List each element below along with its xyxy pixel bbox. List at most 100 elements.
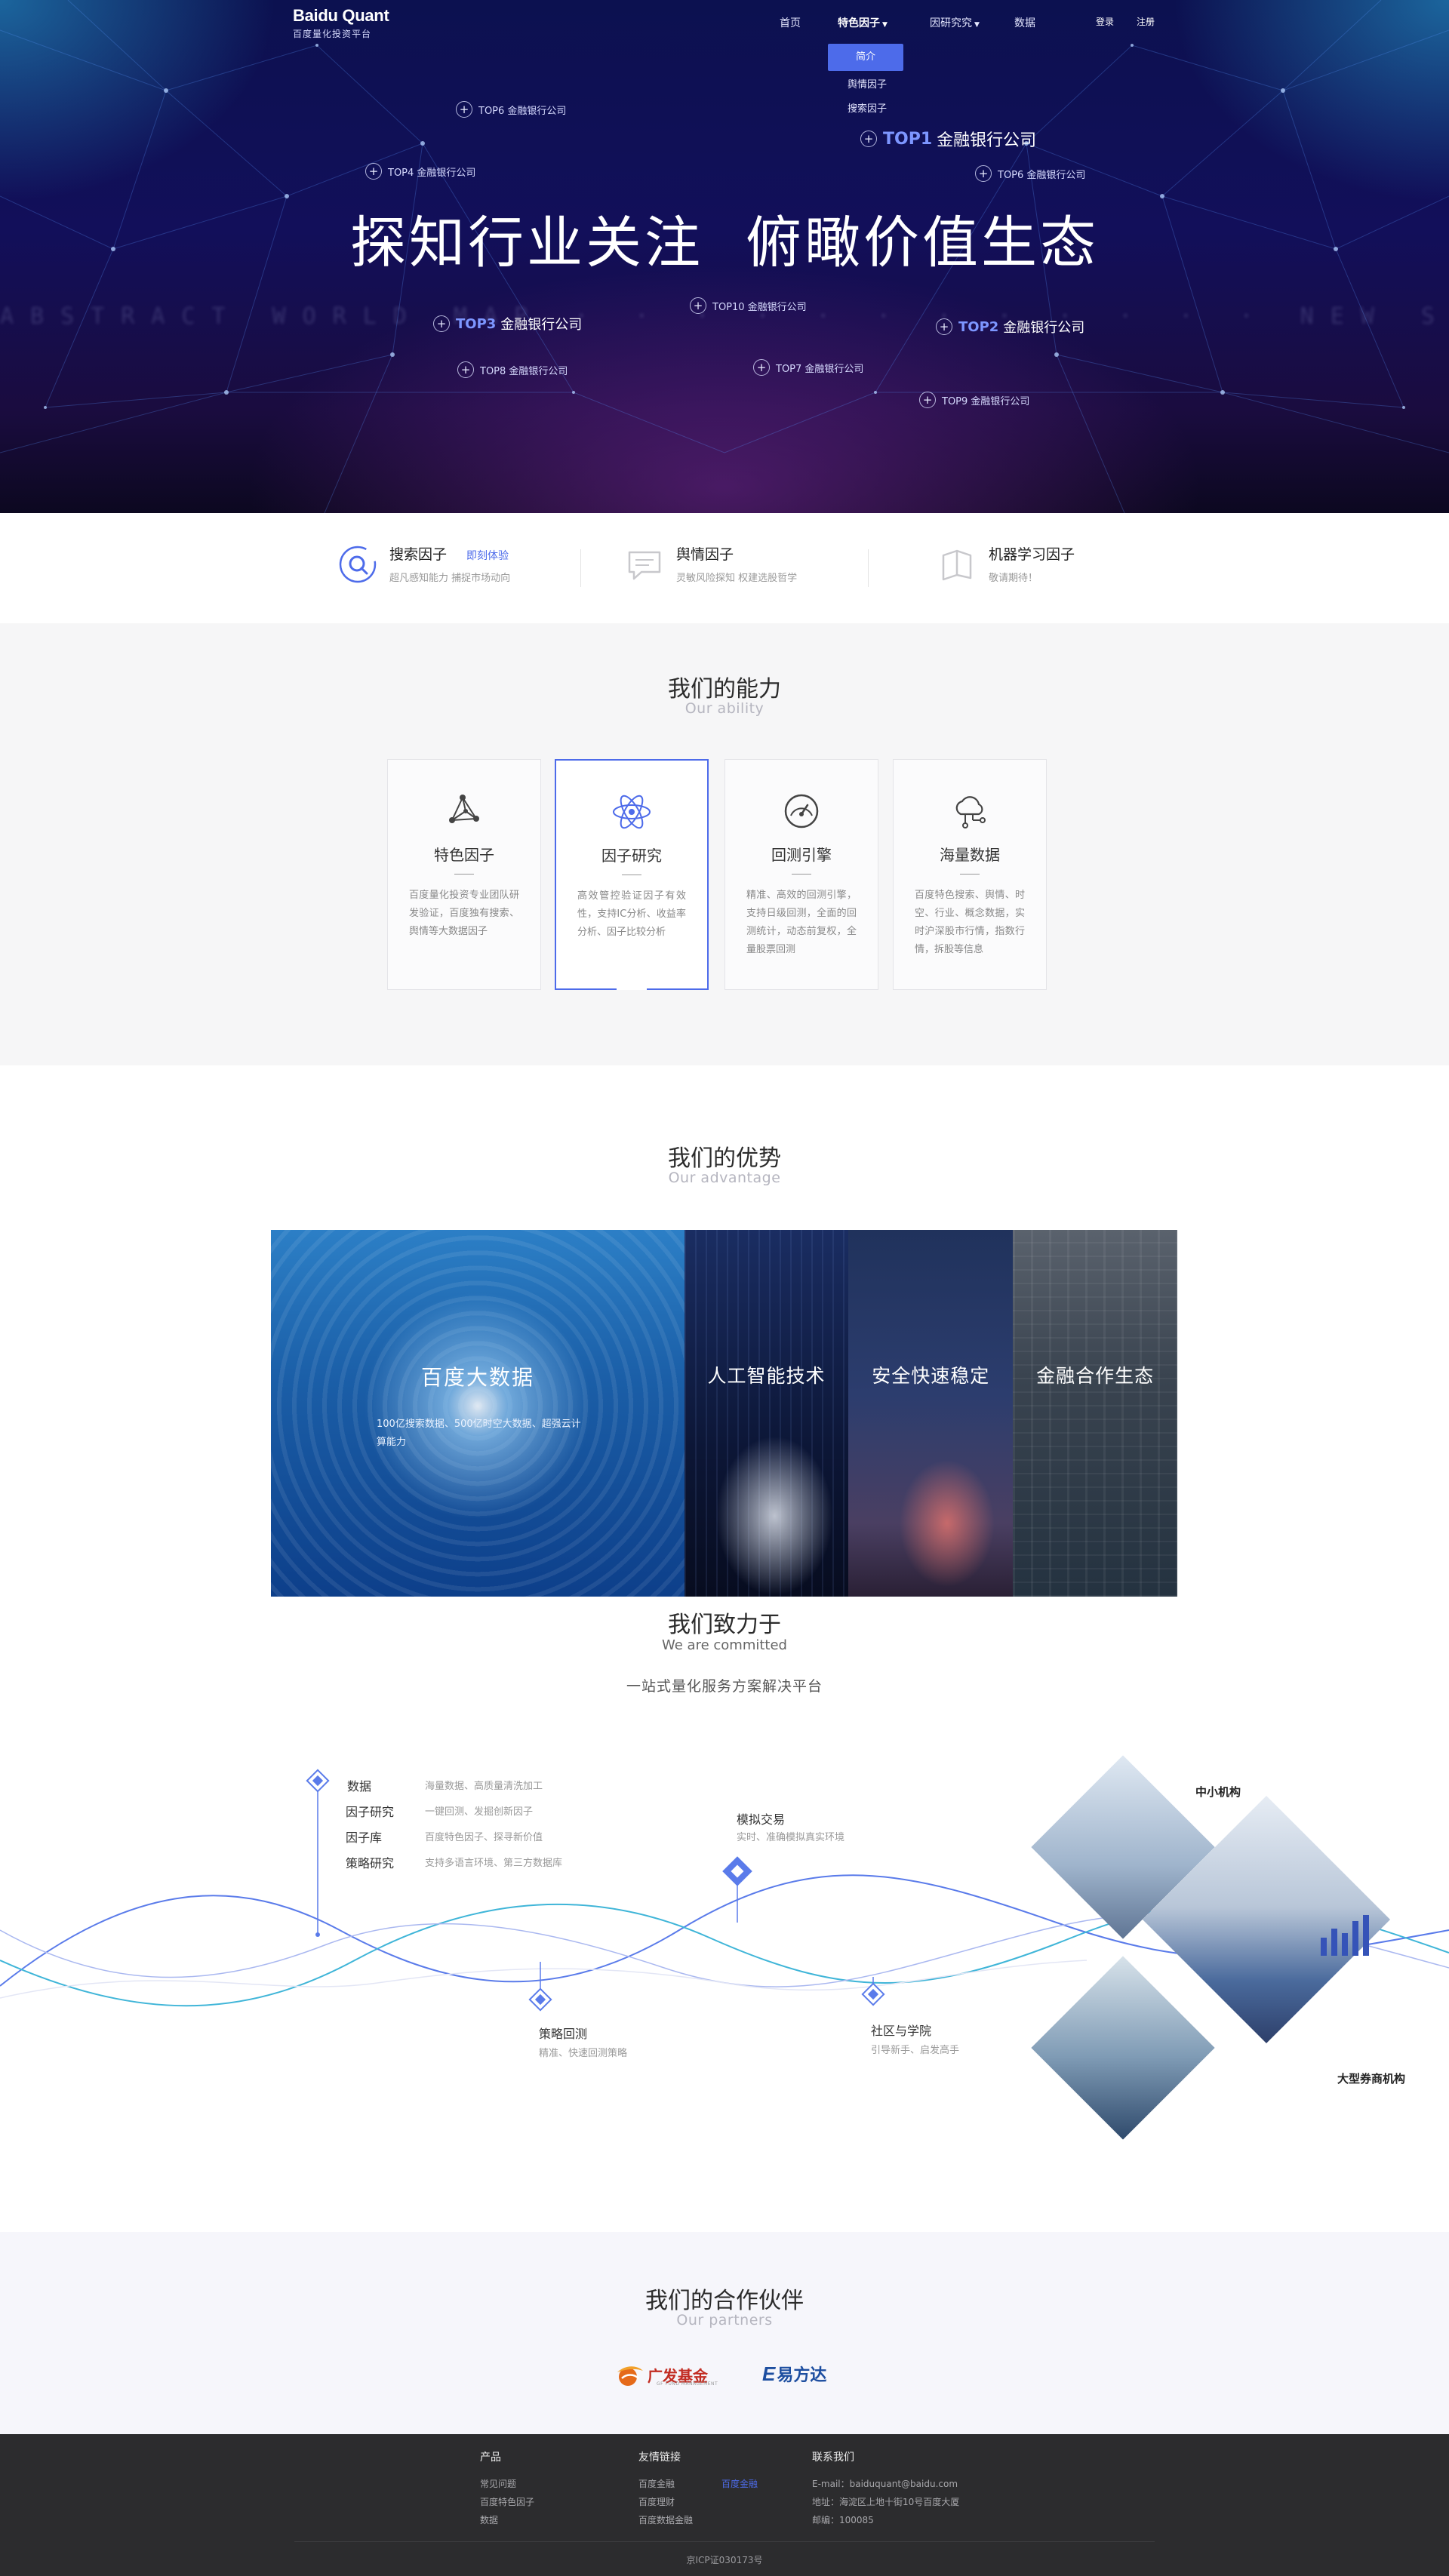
partner-efund[interactable]: E 易方达 [762, 2362, 826, 2386]
label-large-brokers: 大型券商机构 [1337, 2072, 1406, 2086]
footer-friend-links-2: 百度金融 [721, 2475, 758, 2493]
feature-ml-factor[interactable]: 机器学习因子 敬请期待！ [936, 543, 1075, 586]
footer-link[interactable]: 百度理财 [638, 2493, 693, 2511]
list-item-name: 数据 [347, 1779, 372, 1794]
gf-fund-logo-icon [617, 2366, 643, 2386]
feature-search-desc: 超凡感知能力 捕捉市场动向 [389, 573, 511, 584]
feature-sentiment-factor[interactable]: 舆情因子 灵敏风险探知 权建选股哲学 [623, 543, 797, 586]
card-title: 因子研究 [601, 847, 662, 865]
hero-banner: ABSTRACT WORLD MAP · · · · · · · · · · ·… [0, 0, 1449, 513]
card-desc: 百度特色搜索、舆情、时空、行业、概念数据，实时沪深股市行情，指数行情，拆股等信息 [915, 890, 1025, 955]
plus-circle-icon: + [753, 359, 770, 376]
hero-tag-top10[interactable]: + TOP10 金融银行公司 [690, 297, 807, 314]
section-title: 我们的优势 [668, 1145, 781, 1172]
hero-tag-top4[interactable]: + TOP4 金融银行公司 [365, 163, 475, 180]
list-item-desc: 支持多语言环境、第三方数据库 [425, 1858, 563, 1869]
try-now-link[interactable]: 即刻体验 [466, 550, 509, 562]
logo-subtitle: 百度量化投资平台 [293, 29, 372, 39]
advantage-card-ai[interactable]: 人工智能技术 [684, 1230, 849, 1597]
list-item-desc: 一键回测、发掘创新因子 [425, 1806, 534, 1818]
feature-search-factor[interactable]: 搜索因子 即刻体验 超凡感知能力 捕捉市场动向 [337, 543, 510, 586]
footer-link[interactable]: 百度金融 [721, 2475, 758, 2493]
ability-card-featured[interactable]: 特色因子 百度量化投资专业团队研发验证，百度独有搜索、舆情等大数据因子 [387, 759, 541, 990]
advantage-desc: 100亿搜索数据、500亿时空大数据、超强云计算能力 [377, 1419, 581, 1448]
advantage-card-finance[interactable]: 金融合作生态 [1013, 1230, 1177, 1597]
list-item-name: 因子库 [346, 1831, 383, 1845]
nav-featured-factors[interactable]: 特色因子 ▼ [838, 15, 888, 30]
plus-circle-icon: + [457, 361, 474, 378]
community-title: 社区与学院 [871, 2024, 932, 2038]
section-subtitle: Our ability [685, 700, 764, 717]
divider [792, 874, 811, 875]
dropdown-item-intro[interactable]: 简介 [828, 44, 903, 71]
hero-tag-top1-label: 金融银行公司 [937, 131, 1037, 150]
hero-tag-top6-label: TOP6 金融银行公司 [998, 169, 1086, 181]
section-subtitle: Our partners [676, 2312, 773, 2329]
chat-bubble-icon [628, 551, 661, 580]
hero-tag-top9[interactable]: + TOP9 金融银行公司 [919, 392, 1029, 408]
feature-ml-desc: 敬请期待！ [989, 573, 1038, 584]
backtest-title: 策略回测 [539, 2027, 588, 2041]
section-subtitle: Our advantage [668, 1170, 781, 1186]
nav-research[interactable]: 因研究究 ▼ [930, 15, 980, 30]
hero-tag-top3-label: 金融银行公司 [500, 317, 583, 333]
plus-circle-icon: + [365, 163, 382, 180]
chevron-down-icon: ▼ [882, 21, 888, 29]
hero-tag-top2[interactable]: + TOP2 金融银行公司 [936, 317, 1084, 337]
hero-tag-top5[interactable]: + TOP6 金融银行公司 [456, 101, 566, 118]
footer-link[interactable]: 百度特色因子 [480, 2493, 534, 2511]
hero-tag-top9-label: TOP9 金融银行公司 [942, 395, 1030, 407]
hero-tag-top3[interactable]: + TOP3 金融银行公司 [433, 314, 582, 334]
hero-tag-top8[interactable]: + TOP8 金融银行公司 [457, 361, 568, 378]
advantage-title: 百度大数据 [420, 1365, 534, 1390]
hero-tag-top7[interactable]: + TOP7 金融银行公司 [753, 359, 863, 376]
section-title: 我们的合作伙伴 [645, 2288, 804, 2314]
dropdown-item-sentiment[interactable]: 舆情因子 [826, 71, 908, 100]
hero-tag-top7-label: TOP7 金融银行公司 [776, 363, 864, 375]
footer-link[interactable]: 百度数据金融 [638, 2511, 693, 2529]
nav-data[interactable]: 数据 [1014, 15, 1035, 30]
plus-circle-icon: + [690, 297, 706, 314]
advantage-card-secure[interactable]: 安全快速稳定 [848, 1230, 1014, 1597]
footer-heading: 友情链接 [638, 2452, 681, 2464]
logo[interactable]: Baidu Quant 百度量化投资平台 [293, 6, 389, 40]
advantage-card-bigdata[interactable]: 百度大数据 100亿搜索数据、500亿时空大数据、超强云计算能力 [271, 1230, 685, 1597]
footer-link[interactable]: 数据 [480, 2511, 534, 2529]
hero-tag-top2-rank: TOP2 [958, 318, 999, 335]
ability-card-backtest[interactable]: 回测引擎 精准、高效的回测引擎，支持日级回测，全面的回测统计，动态前复权，全量股… [724, 759, 878, 990]
login-link[interactable]: 登录 [1096, 15, 1114, 28]
hero-tag-top5-label: TOP6 金融银行公司 [478, 105, 567, 117]
logo-title: Baidu Quant [293, 6, 389, 25]
card-title: 回测引擎 [771, 846, 832, 864]
advantage-section: 我们的优势 Our advantage 百度大数据 100亿搜索数据、500亿时… [0, 1065, 1449, 1606]
advantage-title: 人工智能技术 [707, 1365, 826, 1387]
ability-card-research[interactable]: 因子研究 高效管控验证因子有效性，支持IC分析、收益率分析、因子比较分析 [555, 759, 709, 990]
divider [960, 874, 980, 875]
footer-heading: 产品 [480, 2452, 501, 2464]
ability-section: 我们的能力 Our ability 特色因子 百度量化投资专业团队研发验证，百度… [0, 623, 1449, 1065]
plus-circle-icon: + [975, 165, 992, 182]
list-item-desc: 百度特色因子、探寻新价值 [425, 1832, 543, 1843]
advantage-strip: 百度大数据 100亿搜索数据、500亿时空大数据、超强云计算能力 人工智能技术 … [271, 1230, 1177, 1597]
section-title: 我们的能力 [668, 676, 781, 702]
search-icon [339, 546, 377, 583]
hero-tag-top6[interactable]: + TOP6 金融银行公司 [975, 165, 1085, 182]
footer-link[interactable]: 常见问题 [480, 2475, 534, 2493]
ability-card-data[interactable]: 海量数据 百度特色搜索、舆情、时空、行业、概念数据，实时沪深股市行情，指数行情，… [893, 759, 1047, 990]
partner-gf-fund[interactable]: 广发基金 GF FUND MANAGEMENT [614, 2362, 718, 2387]
feature-sentiment-title: 舆情因子 [676, 546, 734, 563]
footer-link[interactable]: 百度金融 [638, 2475, 693, 2493]
footer-heading: 联系我们 [812, 2452, 854, 2464]
dropdown-item-search[interactable]: 搜索因子 [826, 100, 908, 125]
nav-featured-factors-label: 特色因子 [838, 17, 880, 29]
nav-home[interactable]: 首页 [780, 15, 801, 30]
card-desc: 高效管控验证因子有效性，支持IC分析、收益率分析、因子比较分析 [577, 890, 686, 938]
gf-fund-english: GF FUND MANAGEMENT [657, 2381, 718, 2387]
hero-tag-top1[interactable]: + TOP1 金融银行公司 [860, 127, 1036, 151]
footer-friend-links: 友情链接 百度金融 百度理财 百度数据金融 [638, 2449, 693, 2529]
register-link[interactable]: 注册 [1137, 15, 1155, 28]
community-desc: 引导新手、启发高手 [871, 2045, 960, 2056]
gauge-icon [784, 794, 819, 828]
committed-section: 我们致力于 We are committed 一站式量化服务方案解决平台 数据 … [0, 1606, 1449, 2232]
plus-circle-icon: + [936, 318, 952, 335]
